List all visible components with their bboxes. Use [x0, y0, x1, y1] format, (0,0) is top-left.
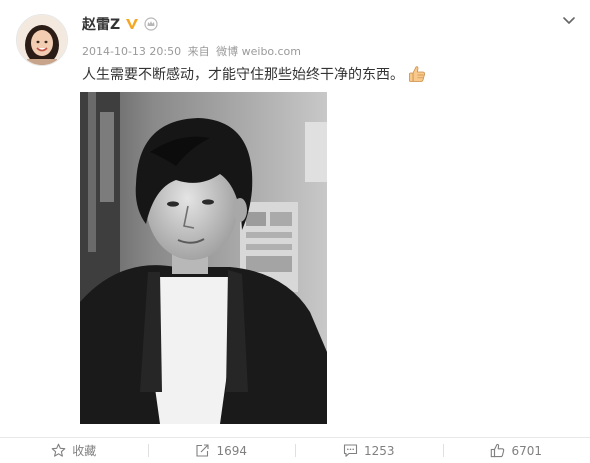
- username-row: 赵雷Z: [82, 14, 158, 34]
- favorite-label: 收藏: [72, 444, 97, 458]
- weibo-post-card: 赵雷Z 2014-10-13 20:50 来自 微博 weibo.com 人生需…: [0, 0, 590, 463]
- verified-v-badge-icon[interactable]: [125, 17, 139, 31]
- comment-button[interactable]: 1253: [295, 438, 443, 463]
- repost-button[interactable]: 1694: [147, 438, 296, 463]
- avatar[interactable]: [16, 14, 68, 66]
- like-count: 6701: [511, 443, 543, 458]
- member-crown-icon[interactable]: [144, 17, 158, 31]
- comment-count: 1253: [363, 443, 395, 458]
- like-button[interactable]: 6701: [442, 438, 590, 463]
- like-thumb-icon: [491, 443, 505, 458]
- post-source[interactable]: 微博 weibo.com: [216, 45, 301, 58]
- post-text: 人生需要不断感动，才能守住那些始终干净的东西。: [82, 67, 404, 83]
- thumbs-up-emoji-icon: [409, 66, 425, 82]
- repost-icon: [196, 444, 210, 457]
- post-content: 人生需要不断感动，才能守住那些始终干净的东西。: [82, 64, 427, 84]
- post-actions-bar: 收藏 1694 1253 6701: [0, 438, 590, 463]
- star-icon: [51, 443, 66, 457]
- source-prefix: 来自: [187, 45, 210, 58]
- post-photo[interactable]: [80, 92, 327, 424]
- chevron-down-icon[interactable]: [560, 12, 578, 30]
- username[interactable]: 赵雷Z: [82, 14, 120, 34]
- repost-count: 1694: [216, 443, 248, 458]
- favorite-button[interactable]: 收藏: [0, 438, 148, 463]
- post-meta: 2014-10-13 20:50 来自 微博 weibo.com: [82, 43, 304, 59]
- comment-icon: [343, 444, 358, 457]
- post-date[interactable]: 2014-10-13 20:50: [82, 45, 181, 58]
